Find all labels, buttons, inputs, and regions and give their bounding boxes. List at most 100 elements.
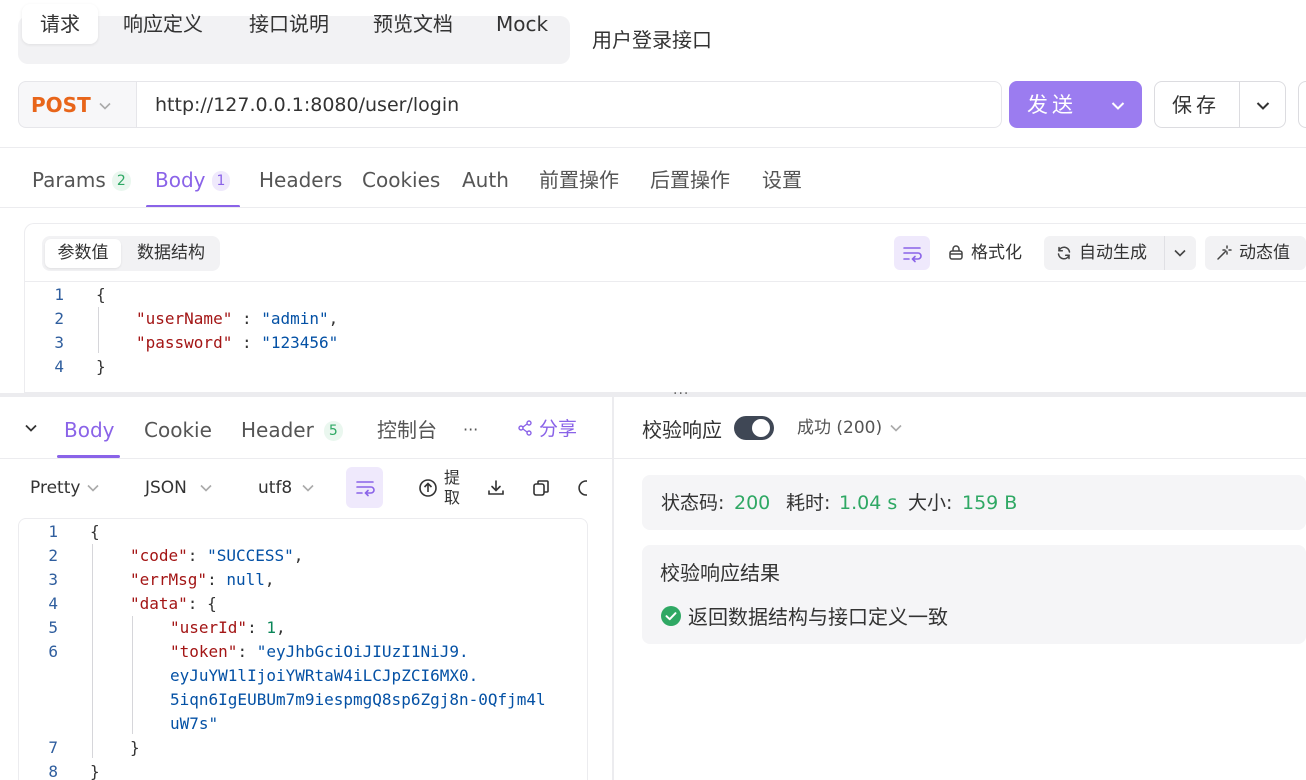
segment-param-values[interactable]: 参数值 xyxy=(45,239,121,268)
tab-api-description[interactable]: 接口说明 xyxy=(234,4,344,44)
save-button-label: 保存 xyxy=(1172,93,1220,117)
code-line: "errMsg": null, xyxy=(130,570,275,589)
code-token: } xyxy=(130,738,140,757)
indent-guide xyxy=(98,307,99,353)
duration-label: 耗时: xyxy=(786,492,831,514)
clear-icon[interactable] xyxy=(575,478,587,498)
tab-preview-doc[interactable]: 预览文档 xyxy=(358,4,468,44)
tab-headers[interactable]: Headers xyxy=(259,166,342,194)
code-token: } xyxy=(90,762,100,780)
tab-params[interactable]: Params 2 xyxy=(32,166,131,194)
share-icon xyxy=(516,419,534,437)
toggle-knob xyxy=(752,419,770,437)
code-line-wrapped: 5iqn6IgEUBUm7m9iespmgQ8sp6Zgj8n-0Qfjm4l xyxy=(170,690,546,709)
response-wrap-button[interactable] xyxy=(346,467,383,508)
send-dropdown-chevron-icon[interactable] xyxy=(1108,96,1128,116)
code-line: "userId": 1, xyxy=(170,618,286,637)
code-token: { xyxy=(90,522,100,541)
response-tab-cookie[interactable]: Cookie xyxy=(144,416,212,444)
response-status-select[interactable]: 成功 (200) xyxy=(797,416,882,440)
code-line[interactable]: "userName" : "admin", xyxy=(136,307,338,331)
line-number: 5 xyxy=(48,618,58,637)
tab-auth[interactable]: Auth xyxy=(462,166,509,194)
vertical-resize-handle[interactable] xyxy=(612,397,614,780)
wrap-icon xyxy=(903,247,922,263)
more-tabs-button[interactable]: ··· xyxy=(463,416,478,444)
size-label: 大小: xyxy=(908,492,953,514)
tab-pre-processors[interactable]: 前置操作 xyxy=(539,166,619,194)
divider xyxy=(1164,236,1165,270)
share-button[interactable]: 分享 xyxy=(539,416,577,442)
line-number: 3 xyxy=(48,570,58,589)
tab-cookies[interactable]: Cookies xyxy=(362,166,440,194)
response-tab-console[interactable]: 控制台 xyxy=(377,416,437,444)
pretty-select[interactable]: Pretty xyxy=(30,477,80,499)
chevron-down-icon xyxy=(887,419,905,437)
code-line[interactable]: "password" : "123456" xyxy=(136,331,338,355)
method-label: POST xyxy=(31,93,91,117)
line-number: 7 xyxy=(48,738,58,757)
chevron-down-icon xyxy=(197,479,215,497)
tab-post-processors[interactable]: 后置操作 xyxy=(650,166,730,194)
magic-wand-icon xyxy=(1215,244,1233,262)
duration-value: 1.04 s xyxy=(839,492,898,514)
url-text: http://127.0.0.1:8080/user/login xyxy=(155,94,460,116)
code-line: "data": { xyxy=(130,594,217,613)
tab-mock[interactable]: Mock xyxy=(484,4,560,44)
divider xyxy=(0,458,612,459)
format-button[interactable]: 格式化 xyxy=(971,241,1022,265)
dynamic-value-label: 动态值 xyxy=(1239,243,1290,263)
tab-body[interactable]: Body 1 xyxy=(155,166,231,194)
validation-result-title: 校验响应结果 xyxy=(660,561,780,585)
more-actions-button[interactable] xyxy=(1298,81,1306,128)
collapse-chevron-icon[interactable] xyxy=(22,419,40,437)
status-code-label: 状态码: xyxy=(661,492,725,514)
tab-response-definition[interactable]: 响应定义 xyxy=(108,4,218,44)
save-dropdown-chevron-icon[interactable] xyxy=(1253,96,1273,116)
divider xyxy=(0,207,1306,208)
format-icon xyxy=(947,244,965,262)
line-number: 4 xyxy=(48,594,58,613)
indent-guide xyxy=(132,616,133,734)
download-icon[interactable] xyxy=(486,478,506,498)
chevron-down-icon[interactable] xyxy=(1171,244,1189,262)
api-name: 用户登录接口 xyxy=(592,28,712,52)
line-number: 2 xyxy=(48,546,58,565)
chevron-down-icon xyxy=(96,97,114,115)
code-line-wrapped: eyJuYW1lIjoiYWRtaW4iLCJpZCI6MX0. xyxy=(170,666,479,685)
line-number: 1 xyxy=(54,285,64,304)
encoding-select[interactable]: utf8 xyxy=(258,477,292,499)
line-number: 4 xyxy=(54,357,64,376)
content-type-select[interactable]: JSON xyxy=(145,477,187,499)
status-code-value: 200 xyxy=(734,492,771,514)
indent-guide xyxy=(92,544,93,758)
response-tab-body[interactable]: Body xyxy=(64,416,115,444)
chevron-down-icon xyxy=(299,479,317,497)
tab-settings[interactable]: 设置 xyxy=(762,166,802,194)
chevron-down-icon xyxy=(84,479,102,497)
check-circle-icon xyxy=(661,606,681,626)
divider xyxy=(0,147,1306,148)
line-number: 1 xyxy=(48,522,58,541)
extract-button[interactable]: 提取 xyxy=(444,468,460,508)
copy-icon[interactable] xyxy=(531,478,551,498)
word-wrap-button[interactable] xyxy=(894,236,930,270)
tab-request[interactable]: 请求 xyxy=(22,4,98,44)
code-token: } xyxy=(96,357,106,376)
segment-data-structure[interactable]: 数据结构 xyxy=(126,239,216,268)
refresh-icon xyxy=(1055,244,1073,262)
line-number: 8 xyxy=(48,762,58,780)
auto-generate-label: 自动生成 xyxy=(1079,243,1147,263)
line-number: 6 xyxy=(48,642,58,661)
size-value: 159 B xyxy=(962,492,1018,514)
wrap-icon xyxy=(356,481,375,497)
divider xyxy=(614,458,1306,459)
drag-dots-icon: ··· xyxy=(673,386,690,402)
response-tab-header[interactable]: Header 5 xyxy=(241,416,343,444)
validate-response-label: 校验响应 xyxy=(642,418,722,442)
save-divider xyxy=(1239,82,1240,127)
divider xyxy=(24,281,1306,282)
panel-resize-handle[interactable] xyxy=(0,393,1306,397)
code-line: "code": "SUCCESS", xyxy=(130,546,304,565)
line-number: 2 xyxy=(54,309,64,328)
